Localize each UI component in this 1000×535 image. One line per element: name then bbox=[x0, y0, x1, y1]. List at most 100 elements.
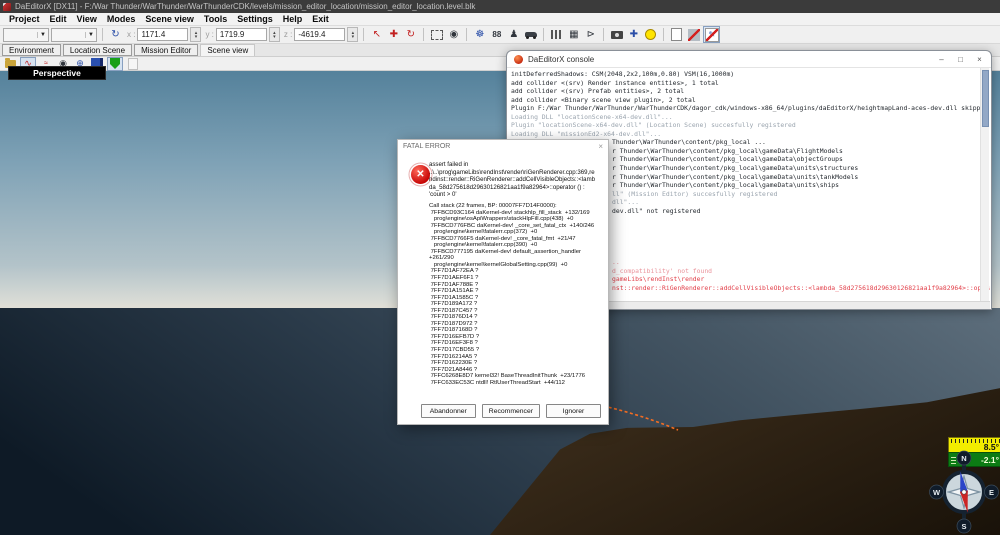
console-log-line: r Thunder\WarThunder\content/pkg_local\g… bbox=[612, 173, 990, 182]
close-icon[interactable]: × bbox=[598, 142, 603, 151]
plugin-tab[interactable]: Mission Editor bbox=[134, 44, 198, 56]
grid-icon: ▦ bbox=[569, 29, 578, 40]
console-log-line: r Thunder\WarThunder\content/pkg_local\g… bbox=[612, 181, 990, 190]
select-tool-button[interactable]: ↖ bbox=[369, 27, 384, 42]
menu-item[interactable]: Project bbox=[4, 14, 45, 24]
menu-item[interactable]: Help bbox=[278, 14, 308, 24]
window-title: DaEditorX [DX11] - F:/War Thunder/WarThu… bbox=[15, 2, 475, 11]
console-log-line bbox=[612, 224, 990, 233]
sun-toggle-button[interactable] bbox=[643, 27, 658, 42]
wheels-icon: 88 bbox=[492, 30, 501, 39]
dialog-button[interactable]: Abandonner bbox=[421, 404, 476, 418]
rotate-tool-button[interactable]: ↻ bbox=[403, 27, 418, 42]
wheel-filter-button[interactable]: ☸ bbox=[472, 27, 487, 42]
marquee-select-button[interactable] bbox=[429, 27, 444, 42]
y-coordinate-stepper[interactable]: ▴▾ bbox=[269, 27, 280, 42]
y-coordinate-input[interactable]: 1719.9 bbox=[216, 28, 267, 41]
console-app-icon bbox=[514, 55, 523, 64]
maximize-icon[interactable]: □ bbox=[951, 52, 970, 67]
console-log-line: Plugin F:/War Thunder/WarThunder/WarThun… bbox=[511, 104, 990, 113]
plugin-tab[interactable]: Environment bbox=[2, 44, 61, 56]
object-combo-2[interactable]: ▼ bbox=[51, 28, 97, 42]
console-titlebar[interactable]: DaEditorX console – □ × bbox=[507, 51, 991, 68]
console-log-line bbox=[612, 215, 990, 224]
shield-button[interactable] bbox=[107, 57, 123, 71]
move-cursor-icon: ✚ bbox=[390, 29, 398, 40]
app-icon bbox=[3, 3, 11, 11]
fence-filter-button[interactable] bbox=[549, 27, 564, 42]
pointer-mode-button[interactable]: ⊳ bbox=[583, 27, 598, 42]
scrollbar-thumb[interactable] bbox=[982, 70, 989, 127]
daeditorx-window: DaEditorX [DX11] - F:/War Thunder/WarThu… bbox=[0, 0, 1000, 535]
menu-item[interactable]: View bbox=[72, 14, 102, 24]
dialog-button[interactable]: Ignorer bbox=[546, 404, 601, 418]
console-log-line: Loading DLL "missionEd2-x64-dev.dll"... bbox=[511, 130, 990, 139]
console-log-line: add collider <(srv) Prefab entities>, 2 … bbox=[511, 87, 990, 96]
z-coordinate-input[interactable]: -4619.4 bbox=[294, 28, 345, 41]
console-log-line: Loading DLL "locationScene-x64-dev.dll".… bbox=[511, 113, 990, 122]
console-log-line: Thunder\WarThunder\content/pkg_local ... bbox=[612, 138, 990, 147]
fatal-error-dialog: FATAL ERROR × ✕ assert failed in ..\..\p… bbox=[397, 139, 609, 425]
spin-down-icon: ▾ bbox=[191, 35, 200, 39]
console-log-line: gameLibs\rendInst\render bbox=[612, 275, 990, 284]
plugin-tab[interactable]: Location Scene bbox=[63, 44, 132, 56]
shield-icon bbox=[110, 58, 120, 69]
unit-icon: ♟ bbox=[509, 29, 518, 40]
compass-east-label: E bbox=[989, 488, 994, 497]
close-icon[interactable]: × bbox=[970, 52, 989, 67]
camera-mode-label[interactable]: Perspective bbox=[8, 66, 106, 80]
console-log-line: r Thunder\WarThunder\content/pkg_local\g… bbox=[612, 147, 990, 156]
disable-render-button[interactable] bbox=[686, 27, 701, 42]
x-coordinate-label: x : bbox=[127, 30, 135, 39]
console-log-line bbox=[612, 232, 990, 241]
separator bbox=[466, 28, 467, 41]
refresh-button[interactable]: ↻ bbox=[108, 27, 123, 42]
object-combo-1[interactable]: ▼ bbox=[3, 28, 49, 42]
separator bbox=[603, 28, 604, 41]
call-stack: Call stack (22 frames, BP: 00007FF7D14F0… bbox=[429, 203, 594, 386]
window-titlebar[interactable]: DaEditorX [DX11] - F:/War Thunder/WarThu… bbox=[0, 0, 1000, 13]
dialog-button[interactable]: Recommencer bbox=[482, 404, 540, 418]
separator bbox=[102, 28, 103, 41]
minimize-icon[interactable]: – bbox=[932, 52, 951, 67]
dialog-title: FATAL ERROR bbox=[403, 143, 450, 150]
assert-message: assert failed in ..\..\prog\gameLibs\ren… bbox=[429, 161, 601, 199]
disable-draw-button[interactable]: ✎ bbox=[703, 26, 720, 43]
fence-icon bbox=[551, 30, 562, 39]
unit-filter-button[interactable]: ♟ bbox=[506, 27, 521, 42]
console-window-controls: – □ × bbox=[932, 52, 991, 67]
dialog-buttons: Abandonner Recommencer Ignorer bbox=[421, 404, 601, 418]
x-coordinate-stepper[interactable]: ▴▾ bbox=[190, 27, 201, 42]
menu-item[interactable]: Modes bbox=[102, 14, 141, 24]
camera-icon bbox=[611, 31, 623, 39]
menu-item[interactable]: Tools bbox=[199, 14, 232, 24]
separator bbox=[423, 28, 424, 41]
plugin-tab[interactable]: Scene view bbox=[200, 44, 255, 56]
grid-toggle-button[interactable]: ▦ bbox=[566, 27, 581, 42]
eye-icon: ◉ bbox=[449, 29, 458, 40]
compass-rose: N E W S bbox=[929, 448, 999, 535]
call-stack-line: 7FFC6268E8D7 kernel32! BaseThreadInitThu… bbox=[429, 373, 594, 380]
vehicle-filter-button[interactable] bbox=[523, 27, 538, 42]
console-scrollbar[interactable] bbox=[980, 68, 989, 301]
console-log-line: ll" (Mission Editor) succesfully registe… bbox=[612, 190, 990, 199]
no-draw-pen-icon: ✎ bbox=[705, 28, 719, 42]
separator bbox=[663, 28, 664, 41]
z-coordinate-stepper[interactable]: ▴▾ bbox=[347, 27, 358, 42]
x-coordinate-input[interactable]: 1171.4 bbox=[137, 28, 188, 41]
move-axes-icon: ✚ bbox=[630, 29, 638, 40]
move-axes-button[interactable]: ✚ bbox=[626, 27, 641, 42]
camera-button[interactable] bbox=[609, 27, 624, 42]
dialog-titlebar[interactable]: FATAL ERROR × bbox=[398, 140, 608, 153]
menu-item[interactable]: Settings bbox=[232, 14, 278, 24]
compass-north-label: N bbox=[961, 454, 966, 463]
wheels-filter-button[interactable]: 88 bbox=[489, 27, 504, 42]
menu-item[interactable]: Exit bbox=[307, 14, 334, 24]
menu-item[interactable]: Scene view bbox=[140, 14, 199, 24]
menu-item[interactable]: Edit bbox=[45, 14, 72, 24]
separator bbox=[543, 28, 544, 41]
move-tool-button[interactable]: ✚ bbox=[386, 27, 401, 42]
zoom-view-button[interactable]: ◉ bbox=[446, 27, 461, 42]
console-log-line bbox=[612, 249, 990, 258]
new-page-button[interactable] bbox=[669, 27, 684, 42]
